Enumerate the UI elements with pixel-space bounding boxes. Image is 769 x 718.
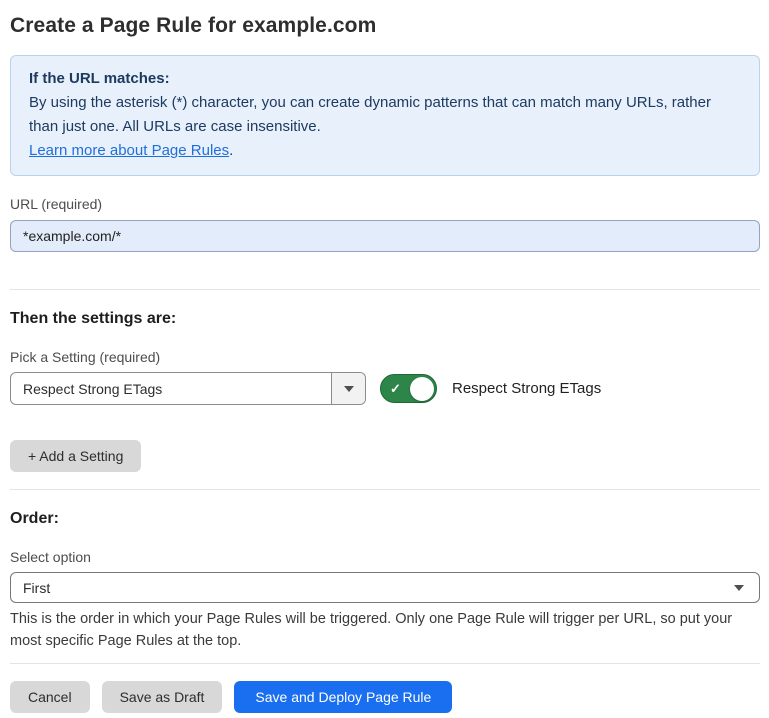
pick-setting-label: Pick a Setting (required) <box>10 348 760 366</box>
save-as-draft-button[interactable]: Save as Draft <box>102 681 223 713</box>
settings-heading: Then the settings are: <box>10 309 760 329</box>
section-divider <box>10 489 760 490</box>
setting-row: Respect Strong ETags ✓ Respect Strong ET… <box>10 372 760 405</box>
order-select[interactable]: First <box>10 572 760 603</box>
info-box-body: By using the asterisk (*) character, you… <box>29 91 741 139</box>
learn-more-link[interactable]: Learn more about Page Rules <box>29 142 229 159</box>
add-setting-button[interactable]: + Add a Setting <box>10 440 141 472</box>
toggle-knob <box>410 377 434 401</box>
setting-dropdown-button[interactable] <box>331 373 365 404</box>
order-heading: Order: <box>10 509 760 529</box>
toggle-label: Respect Strong ETags <box>452 380 601 397</box>
footer-buttons: Cancel Save as Draft Save and Deploy Pag… <box>10 681 760 713</box>
link-suffix: . <box>229 142 233 159</box>
caret-down-icon <box>734 585 744 591</box>
order-select-label: Select option <box>10 548 760 566</box>
respect-strong-etags-toggle[interactable]: ✓ <box>380 374 437 403</box>
setting-dropdown-value: Respect Strong ETags <box>11 373 331 404</box>
setting-dropdown[interactable]: Respect Strong ETags <box>10 372 366 405</box>
info-box-link-line: Learn more about Page Rules. <box>29 139 741 163</box>
info-box-heading: If the URL matches: <box>29 67 741 91</box>
footer-divider <box>10 663 760 664</box>
page-title: Create a Page Rule for example.com <box>10 12 760 40</box>
order-help-text: This is the order in which your Page Rul… <box>10 608 760 652</box>
url-field-label: URL (required) <box>10 195 760 213</box>
url-match-info-box: If the URL matches: By using the asteris… <box>10 55 760 176</box>
create-page-rule-panel: Create a Page Rule for example.com If th… <box>0 0 769 718</box>
check-icon: ✓ <box>390 382 401 395</box>
section-divider <box>10 289 760 290</box>
order-select-value: First <box>23 580 50 596</box>
save-and-deploy-button[interactable]: Save and Deploy Page Rule <box>234 681 452 713</box>
url-input[interactable] <box>10 220 760 252</box>
cancel-button[interactable]: Cancel <box>10 681 90 713</box>
caret-down-icon <box>344 386 354 392</box>
